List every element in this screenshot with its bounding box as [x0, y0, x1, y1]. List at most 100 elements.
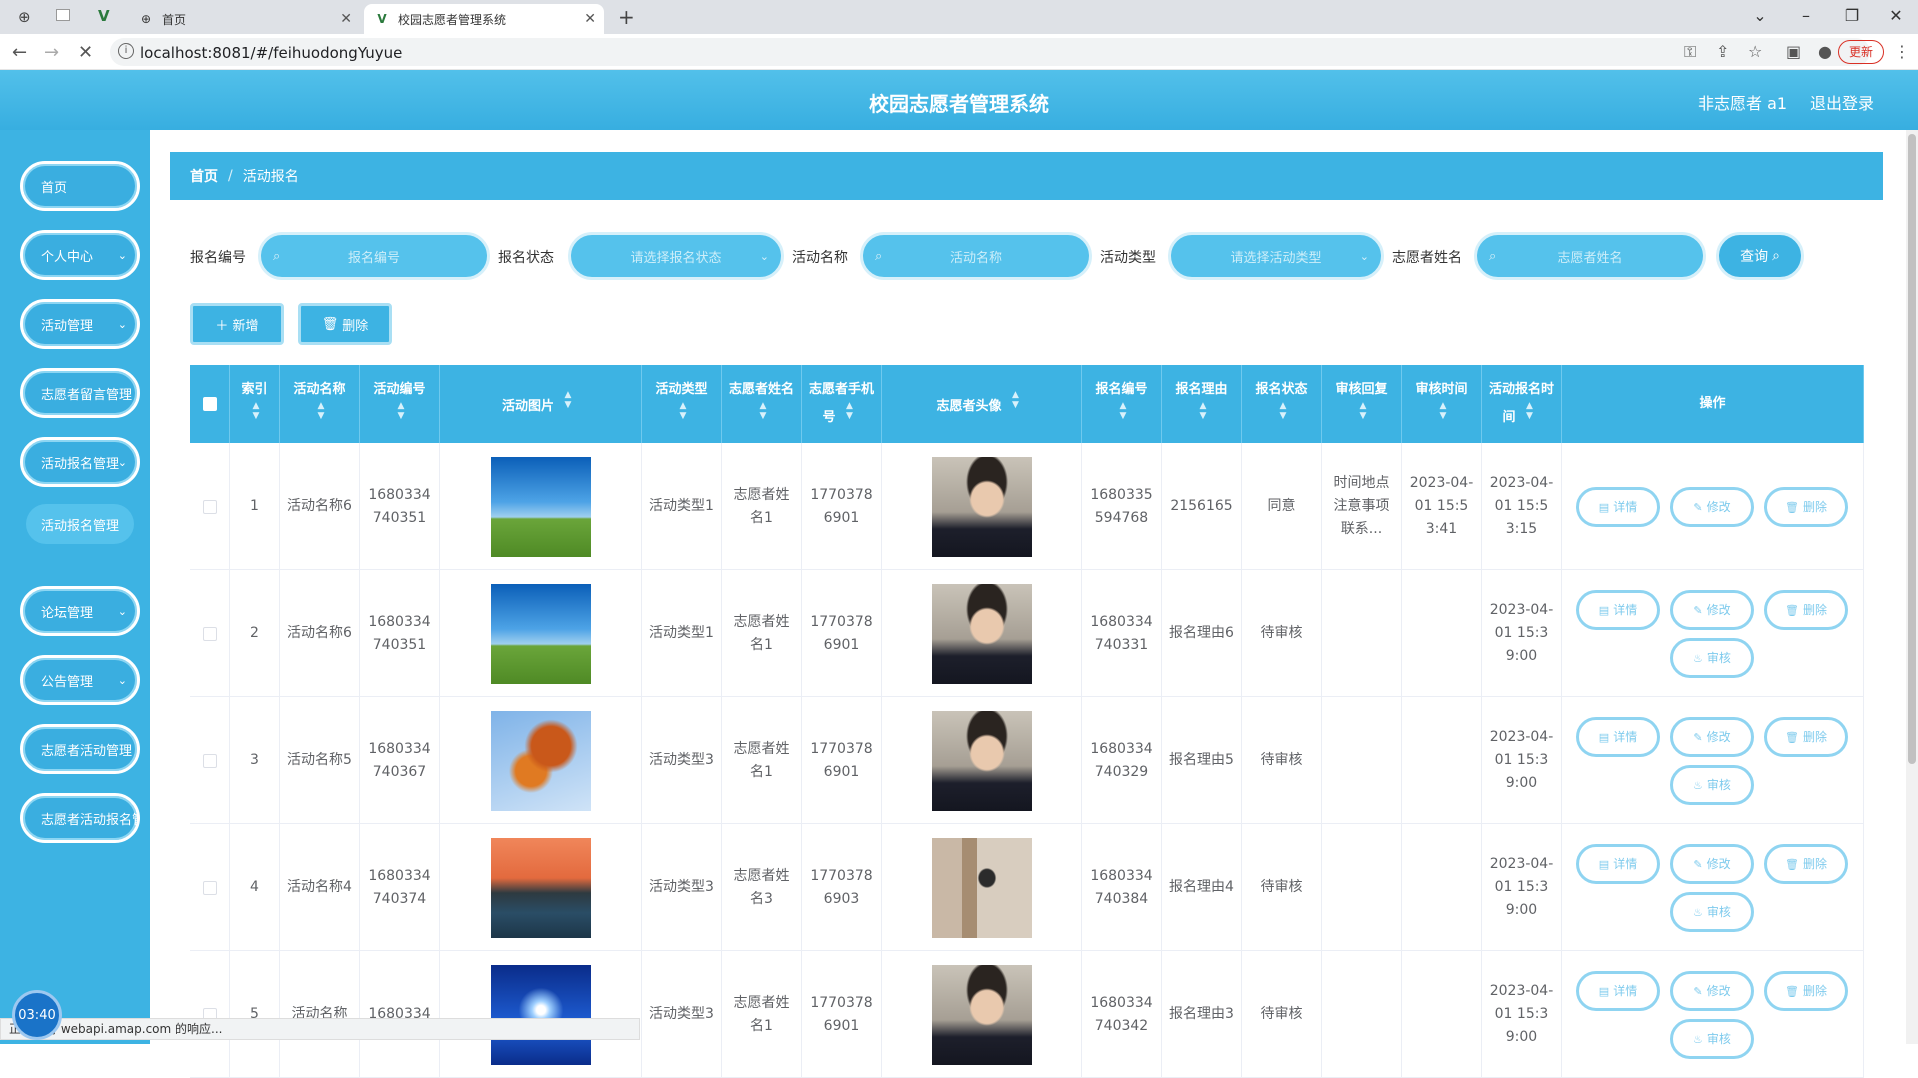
close-window-button[interactable]: ✕ [1876, 6, 1916, 25]
menu-icon[interactable]: ⋮ [1894, 42, 1910, 61]
column-header[interactable]: 索引 ▲▼ [230, 365, 280, 443]
volunteer-avatar[interactable] [931, 583, 1032, 684]
sort-icon[interactable]: ▲▼ [557, 390, 579, 410]
url-text[interactable]: localhost:8081/#/feihuodongYuyue [140, 44, 402, 62]
new-tab-button[interactable]: + [618, 5, 635, 29]
sort-icon[interactable]: ▲▼ [672, 401, 694, 421]
query-button[interactable]: 查询 ⌕ [1716, 232, 1804, 280]
column-header[interactable]: 活动图片 ▲▼ [440, 365, 642, 443]
info-icon[interactable]: i [118, 43, 134, 59]
pinned-tab-icon[interactable] [56, 9, 70, 21]
share-icon[interactable]: ⇪ [1716, 42, 1729, 61]
sidebar-item[interactable]: 志愿者活动报名管 [20, 793, 140, 843]
edit-button[interactable]: ✎ 修改 [1670, 717, 1754, 757]
sort-icon[interactable]: ▲▼ [1272, 401, 1294, 421]
edit-button[interactable]: ✎ 修改 [1670, 487, 1754, 527]
detail-button[interactable]: ▤ 详情 [1576, 590, 1660, 630]
column-header[interactable]: 审核回复 ▲▼ [1322, 365, 1402, 443]
row-checkbox[interactable] [202, 753, 217, 768]
delete-button[interactable]: 🗑 删除 [1764, 590, 1848, 630]
sort-icon[interactable]: ▲▼ [1432, 401, 1454, 421]
sort-icon[interactable]: ▲▼ [839, 401, 861, 421]
volunteer-avatar[interactable] [931, 964, 1032, 1065]
activity-image[interactable] [490, 710, 591, 811]
scrollbar-thumb[interactable] [1908, 134, 1916, 764]
close-icon[interactable]: ✕ [584, 11, 596, 27]
key-icon[interactable]: ⚿ [1684, 42, 1696, 62]
update-button[interactable]: 更新 [1837, 40, 1884, 64]
activity-image[interactable] [490, 456, 591, 557]
bookmark-star-icon[interactable]: ☆ [1748, 42, 1762, 61]
activity-image[interactable] [490, 837, 591, 938]
search-select[interactable]: ⌄ 请选择活动类型 [1168, 232, 1384, 280]
browser-icon[interactable]: ⊕ [18, 8, 31, 26]
row-checkbox[interactable] [202, 499, 217, 514]
tab-home[interactable]: ⊕ 首页 ✕ [128, 4, 360, 34]
search-select[interactable]: ⌄ 请选择报名状态 [568, 232, 784, 280]
chevron-down-icon[interactable]: ⌄ [1740, 6, 1780, 25]
delete-button[interactable]: 🗑 删除 [1764, 717, 1848, 757]
detail-button[interactable]: ▤ 详情 [1576, 717, 1660, 757]
sidebar-item[interactable]: 志愿者活动管理 [20, 724, 140, 774]
sidebar-item[interactable]: 活动报名管理 ⌄ [20, 437, 140, 487]
sort-icon[interactable]: ▲▼ [1352, 401, 1374, 421]
batch-delete-button[interactable]: 🗑 删除 [298, 303, 392, 345]
column-header[interactable]: 审核时间 ▲▼ [1402, 365, 1482, 443]
detail-button[interactable]: ▤ 详情 [1576, 971, 1660, 1011]
vue-icon[interactable]: V [98, 7, 110, 25]
detail-button[interactable]: ▤ 详情 [1576, 844, 1660, 884]
row-checkbox[interactable] [202, 880, 217, 895]
sort-icon[interactable]: ▲▼ [1112, 401, 1134, 421]
volunteer-avatar[interactable] [931, 456, 1032, 557]
sidebar-item[interactable]: 首页 [20, 161, 140, 211]
delete-button[interactable]: 🗑 删除 [1764, 844, 1848, 884]
volunteer-avatar[interactable] [931, 710, 1032, 811]
delete-button[interactable]: 🗑 删除 [1764, 487, 1848, 527]
search-input[interactable]: ⌕ 活动名称 [860, 232, 1092, 280]
column-header[interactable]: 活动名称 ▲▼ [280, 365, 360, 443]
sort-icon[interactable]: ▲▼ [310, 401, 332, 421]
column-header[interactable]: 活动类型 ▲▼ [642, 365, 722, 443]
sort-icon[interactable]: ▲▼ [1519, 401, 1541, 421]
search-input[interactable]: ⌕ 报名编号 [258, 232, 490, 280]
sidebar-subitem-active[interactable]: 活动报名管理 [26, 504, 134, 544]
edit-button[interactable]: ✎ 修改 [1670, 590, 1754, 630]
side-panel-icon[interactable]: ▣ [1786, 42, 1801, 61]
restore-button[interactable]: ❐ [1832, 6, 1872, 25]
sort-icon[interactable]: ▲▼ [752, 401, 774, 421]
activity-image[interactable] [490, 583, 591, 684]
column-header[interactable]: 报名编号 ▲▼ [1082, 365, 1162, 443]
sort-icon[interactable]: ▲▼ [1005, 390, 1027, 410]
select-all-checkbox[interactable] [202, 397, 217, 411]
search-input[interactable]: ⌕ 志愿者姓名 [1474, 232, 1706, 280]
sort-icon[interactable]: ▲▼ [245, 401, 267, 421]
sidebar-item[interactable]: 论坛管理 ⌄ [20, 586, 140, 636]
column-header[interactable]: 报名状态 ▲▼ [1242, 365, 1322, 443]
review-button[interactable]: ♨ 审核 [1670, 765, 1754, 805]
column-header[interactable]: 志愿者姓名 ▲▼ [722, 365, 802, 443]
column-header[interactable]: 志愿者头像 ▲▼ [882, 365, 1082, 443]
row-checkbox[interactable] [202, 626, 217, 641]
column-header[interactable]: 活动报名时间 ▲▼ [1482, 365, 1562, 443]
profile-icon[interactable]: ● [1818, 42, 1832, 61]
back-icon[interactable]: ← [12, 42, 27, 63]
sort-icon[interactable]: ▲▼ [390, 401, 412, 421]
edit-button[interactable]: ✎ 修改 [1670, 844, 1754, 884]
review-button[interactable]: ♨ 审核 [1670, 892, 1754, 932]
logout-link[interactable]: 退出登录 [1810, 90, 1874, 114]
edit-button[interactable]: ✎ 修改 [1670, 971, 1754, 1011]
sidebar-item[interactable]: 个人中心 ⌄ [20, 230, 140, 280]
column-header[interactable]: 活动编号 ▲▼ [360, 365, 440, 443]
tab-active[interactable]: V 校园志愿者管理系统 ✕ [364, 4, 604, 34]
volunteer-avatar[interactable] [931, 837, 1032, 938]
sort-icon[interactable]: ▲▼ [1192, 401, 1214, 421]
column-header[interactable]: 报名理由 ▲▼ [1162, 365, 1242, 443]
sidebar-item[interactable]: 活动管理 ⌄ [20, 299, 140, 349]
add-button[interactable]: ＋ 新增 [190, 303, 284, 345]
sidebar-item[interactable]: 志愿者留言管理 [20, 368, 140, 418]
stop-loading-icon[interactable]: ✕ [78, 42, 93, 63]
review-button[interactable]: ♨ 审核 [1670, 638, 1754, 678]
delete-button[interactable]: 🗑 删除 [1764, 971, 1848, 1011]
breadcrumb-home[interactable]: 首页 [190, 166, 218, 186]
review-button[interactable]: ♨ 审核 [1670, 1019, 1754, 1059]
